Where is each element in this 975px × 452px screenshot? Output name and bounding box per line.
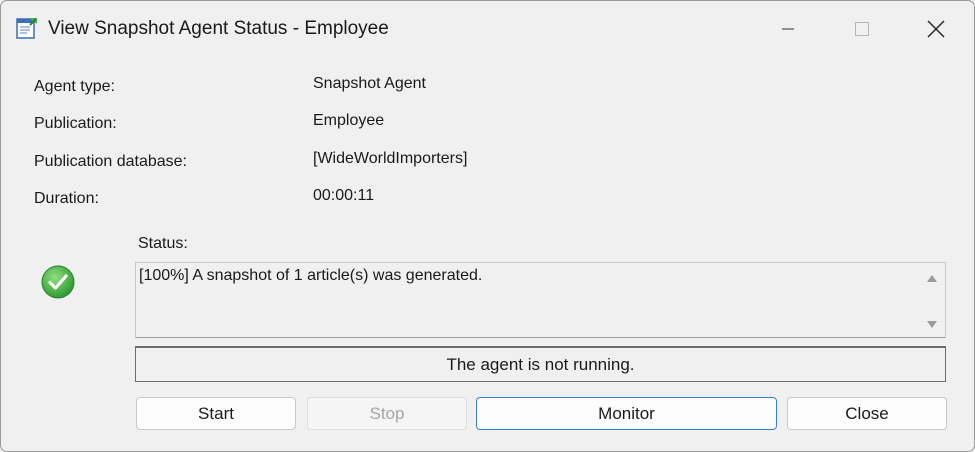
start-button[interactable]: Start [136,397,296,430]
close-button[interactable]: Close [787,397,947,430]
publication-database-value: [WideWorldImporters] [313,150,468,167]
scroll-down-icon [927,321,937,328]
publication-value: Employee [313,112,385,129]
scroll-up-button[interactable] [924,271,940,285]
status-message-box[interactable]: [100%] A snapshot of 1 article(s) was ge… [135,262,946,338]
publication-label: Publication: [34,115,117,132]
dialog-window: View Snapshot Agent Status - Employee Ag… [0,0,975,452]
duration-label: Duration: [34,190,99,207]
maximize-icon [855,22,869,36]
agent-type-value: Snapshot Agent [313,75,426,92]
success-check-icon [40,264,76,300]
minimize-icon [782,28,794,30]
close-icon [927,20,945,38]
app-icon [15,16,39,40]
duration-value: 00:00:11 [313,187,375,204]
stop-button[interactable]: Stop [307,397,467,430]
minimize-button[interactable] [765,9,811,49]
title-bar[interactable]: View Snapshot Agent Status - Employee [1,1,974,57]
scroll-up-icon [927,275,937,282]
scroll-down-button[interactable] [924,318,940,332]
close-window-button[interactable] [913,9,959,49]
window-title: View Snapshot Agent Status - Employee [48,18,389,39]
monitor-button[interactable]: Monitor [476,397,777,430]
agent-type-label: Agent type: [34,78,115,95]
status-label: Status: [138,235,188,252]
maximize-button[interactable] [839,9,885,49]
publication-database-label: Publication database: [34,153,187,170]
agent-state-text: The agent is not running. [446,354,635,374]
agent-state-panel: The agent is not running. [135,346,946,382]
status-message: [100%] A snapshot of 1 article(s) was ge… [139,267,483,284]
